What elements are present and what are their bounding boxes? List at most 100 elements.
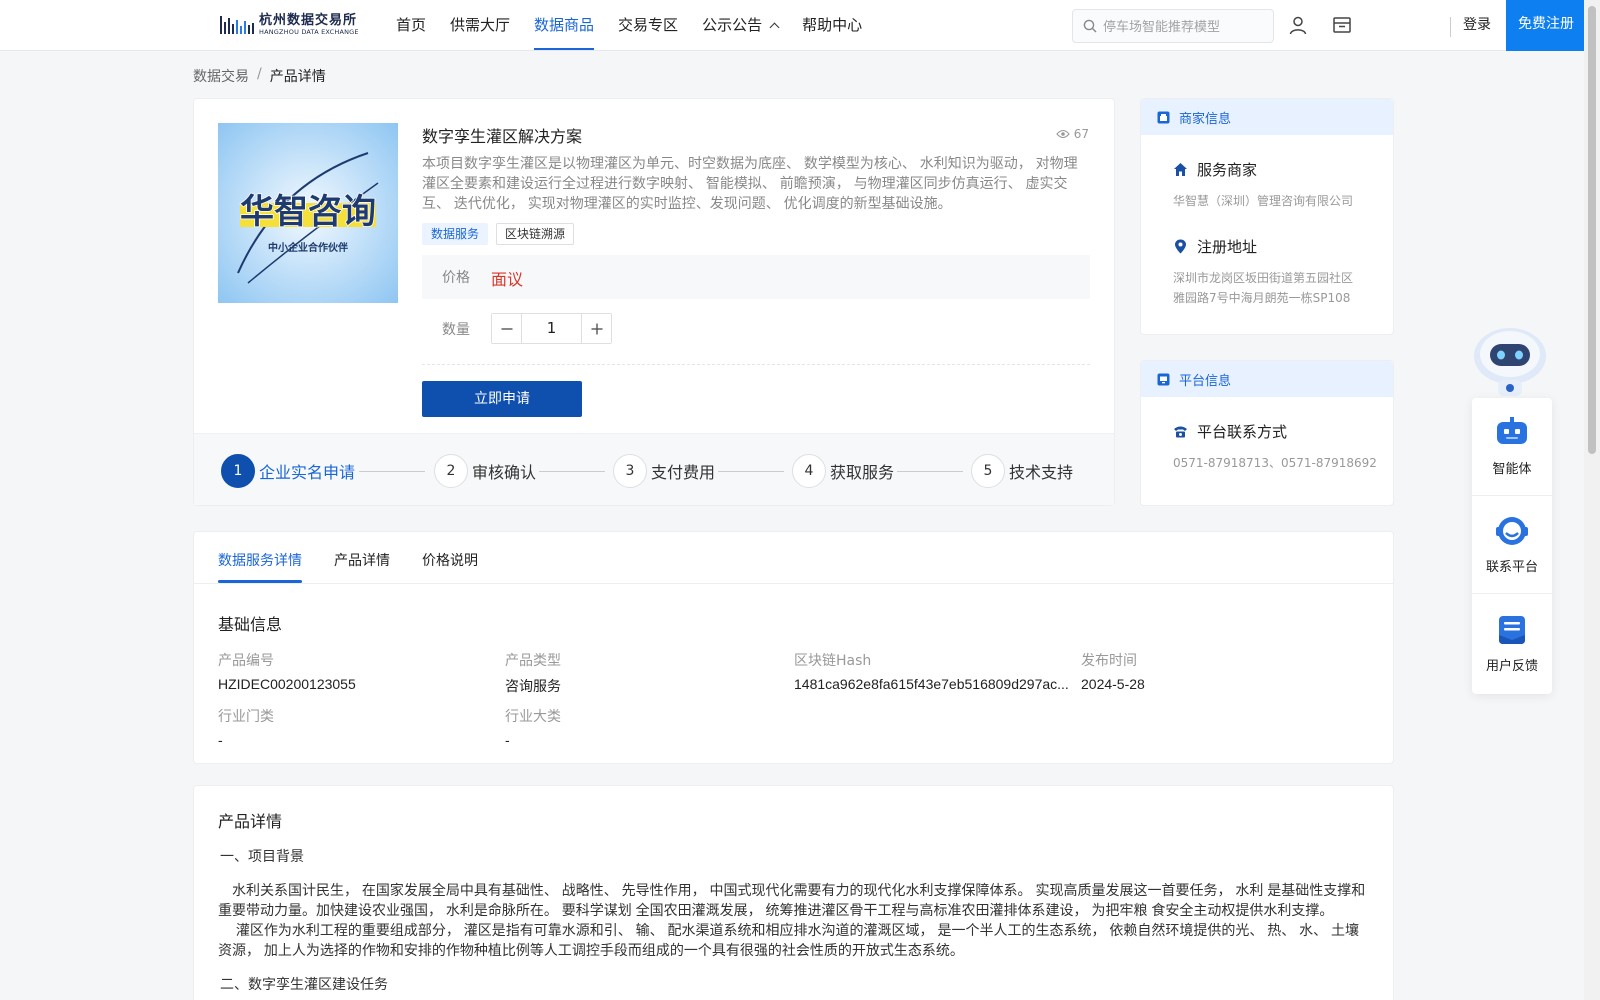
- step-connector: [718, 471, 784, 472]
- step-2-label: 审核确认: [472, 463, 537, 482]
- detail-tabs: 数据服务详情 产品详情 价格说明: [194, 532, 1393, 584]
- field-publish-date: 发布时间 2024-5-28: [1081, 650, 1356, 692]
- field-label: 行业大类: [505, 709, 561, 725]
- product-card: 华智咨询 中小企业合作伙伴 数字孪生灌区解决方案 67 本项目数字孪生灌区是以物…: [193, 98, 1115, 506]
- address-line-1: 深圳市龙岗区坂田街道第五园社区: [1173, 271, 1354, 285]
- nav-trade-zone[interactable]: 交易专区: [618, 0, 678, 50]
- view-count: 67: [1055, 127, 1089, 141]
- nav-supply-demand[interactable]: 供需大厅: [450, 0, 510, 50]
- logo-english: HANGZHOU DATA EXCHANGE: [259, 28, 359, 37]
- location-pin-icon: [1175, 239, 1186, 254]
- monitor-icon: [1157, 373, 1170, 385]
- registered-address-label: 注册地址: [1197, 238, 1258, 256]
- contact-platform-button[interactable]: 联系平台: [1472, 496, 1552, 594]
- scrollbar-thumb[interactable]: [1588, 6, 1596, 454]
- site-logo[interactable]: 杭州数据交易所 HANGZHOU DATA EXCHANGE: [220, 12, 365, 38]
- minus-icon: [501, 327, 512, 330]
- address-line-2: 雅园路7号中海月朗苑一栋SP108: [1173, 291, 1351, 305]
- basic-info-title: 基础信息: [218, 615, 283, 634]
- field-value: -: [505, 732, 510, 748]
- quantity-input[interactable]: 1: [522, 314, 581, 343]
- platform-info-header: 平台信息: [1141, 361, 1393, 397]
- tag-data-service: 数据服务: [422, 223, 489, 245]
- field-value: 1481ca962e8fa615f43e7eb516809d297ac...: [794, 676, 1069, 692]
- step-connector: [897, 471, 963, 472]
- nav-data-products[interactable]: 数据商品: [534, 0, 595, 50]
- step-3-label: 支付费用: [651, 463, 716, 482]
- search-input[interactable]: [1103, 18, 1268, 34]
- field-value: 2024-5-28: [1081, 676, 1145, 692]
- field-label: 产品类型: [505, 653, 561, 669]
- price-label: 价格: [442, 270, 470, 286]
- tag-blockchain: 区块链溯源: [496, 223, 575, 245]
- platform-contact-value[interactable]: 0571-87918713、0571-87918692: [1173, 453, 1393, 473]
- feedback-button[interactable]: 用户反馈: [1472, 594, 1552, 692]
- login-link[interactable]: 登录: [1463, 0, 1491, 51]
- nav-help-center[interactable]: 帮助中心: [802, 0, 862, 50]
- breadcrumb-root[interactable]: 数据交易: [193, 66, 249, 86]
- quantity-decrease-button[interactable]: [492, 314, 522, 343]
- platform-contact-label: 平台联系方式: [1197, 423, 1288, 441]
- background-paragraph-1: 水利关系国计民生， 在国家发展全局中具有基础性、 战略性、 先导性作用， 中国式…: [218, 882, 1366, 918]
- view-count-value: 67: [1073, 127, 1089, 141]
- platform-info-card: 平台信息 平台联系方式 0571-87918713、0571-87918692: [1140, 360, 1394, 506]
- tab-product-details[interactable]: 产品详情: [334, 550, 390, 570]
- active-tab-indicator: [218, 580, 302, 583]
- field-label: 行业门类: [218, 709, 274, 725]
- quantity-label: 数量: [442, 322, 470, 338]
- headset-icon: [1496, 517, 1528, 545]
- merchant-info-header: 商家信息: [1141, 99, 1393, 135]
- quantity-stepper: 1: [491, 313, 612, 344]
- service-provider-value: 华智慧（深圳）管理咨询有限公司: [1173, 194, 1354, 208]
- chevron-up-icon: [769, 22, 780, 32]
- field-label: 区块链Hash: [794, 653, 872, 669]
- quantity-increase-button[interactable]: [581, 314, 611, 343]
- breadcrumb-current: 产品详情: [269, 69, 326, 85]
- logo-name: 杭州数据交易所: [259, 13, 358, 29]
- header-divider: [1450, 17, 1451, 37]
- feedback-icon: [1499, 615, 1525, 644]
- plus-icon: [591, 323, 602, 334]
- registered-address-title: 注册地址: [1173, 236, 1257, 257]
- register-button[interactable]: 免费注册: [1506, 0, 1586, 51]
- process-steps: 1 企业实名申请 2 审核确认 3 支付费用 4 获取服务 5 技术支持: [194, 433, 1114, 505]
- floating-toolbar: 智能体 联系平台 用户反馈: [1472, 398, 1552, 694]
- step-5-label: 技术支持: [1009, 463, 1074, 482]
- field-industry-category: 行业门类 -: [218, 706, 493, 748]
- product-image: 华智咨询 中小企业合作伙伴: [218, 123, 398, 303]
- nav-announcements[interactable]: 公示公告: [702, 0, 780, 50]
- eye-icon: [1055, 129, 1070, 139]
- tab-price-info[interactable]: 价格说明: [422, 550, 478, 570]
- home-icon: [1174, 163, 1187, 176]
- field-value: -: [218, 732, 223, 748]
- step-1: 1 企业实名申请: [221, 454, 355, 488]
- product-detail-title: 产品详情: [218, 812, 283, 831]
- tab-service-details[interactable]: 数据服务详情: [218, 550, 302, 570]
- step-connector: [359, 471, 425, 472]
- apply-now-button[interactable]: 立即申请: [422, 381, 582, 417]
- info-card-icon: [1157, 111, 1170, 123]
- step-4-number: 4: [792, 454, 826, 488]
- agent-button[interactable]: 智能体: [1472, 398, 1552, 496]
- search-icon[interactable]: [1083, 19, 1097, 33]
- platform-info-title: 平台信息: [1179, 373, 1232, 389]
- search-box: [1072, 9, 1274, 43]
- step-5-number: 5: [971, 454, 1005, 488]
- field-label: 产品编号: [218, 653, 274, 669]
- field-product-id: 产品编号 HZIDEC00200123055: [218, 650, 493, 692]
- store-icon[interactable]: [1332, 15, 1352, 35]
- field-industry-major: 行业大类 -: [505, 706, 780, 748]
- product-image-art: 华智咨询 中小企业合作伙伴: [218, 123, 398, 303]
- step-connector: [539, 471, 605, 472]
- nav-announcements-label: 公示公告: [702, 16, 763, 34]
- user-icon[interactable]: [1288, 15, 1308, 35]
- field-blockchain-hash: 区块链Hash 1481ca962e8fa615f43e7eb516809d29…: [794, 650, 1069, 692]
- robot-assistant-icon[interactable]: [1470, 324, 1550, 398]
- service-provider-title: 服务商家: [1173, 159, 1257, 180]
- nav-home[interactable]: 首页: [396, 0, 426, 50]
- platform-contact-title: 平台联系方式: [1173, 421, 1287, 442]
- product-description: 本项目数字孪生灌区是以物理灌区为单元、时空数据为底座、 数学模型为核心、 水利知…: [422, 155, 1078, 211]
- logo-mark-icon: [220, 16, 254, 34]
- page-scrollbar[interactable]: [1584, 0, 1600, 1000]
- merchant-info-title: 商家信息: [1179, 111, 1232, 127]
